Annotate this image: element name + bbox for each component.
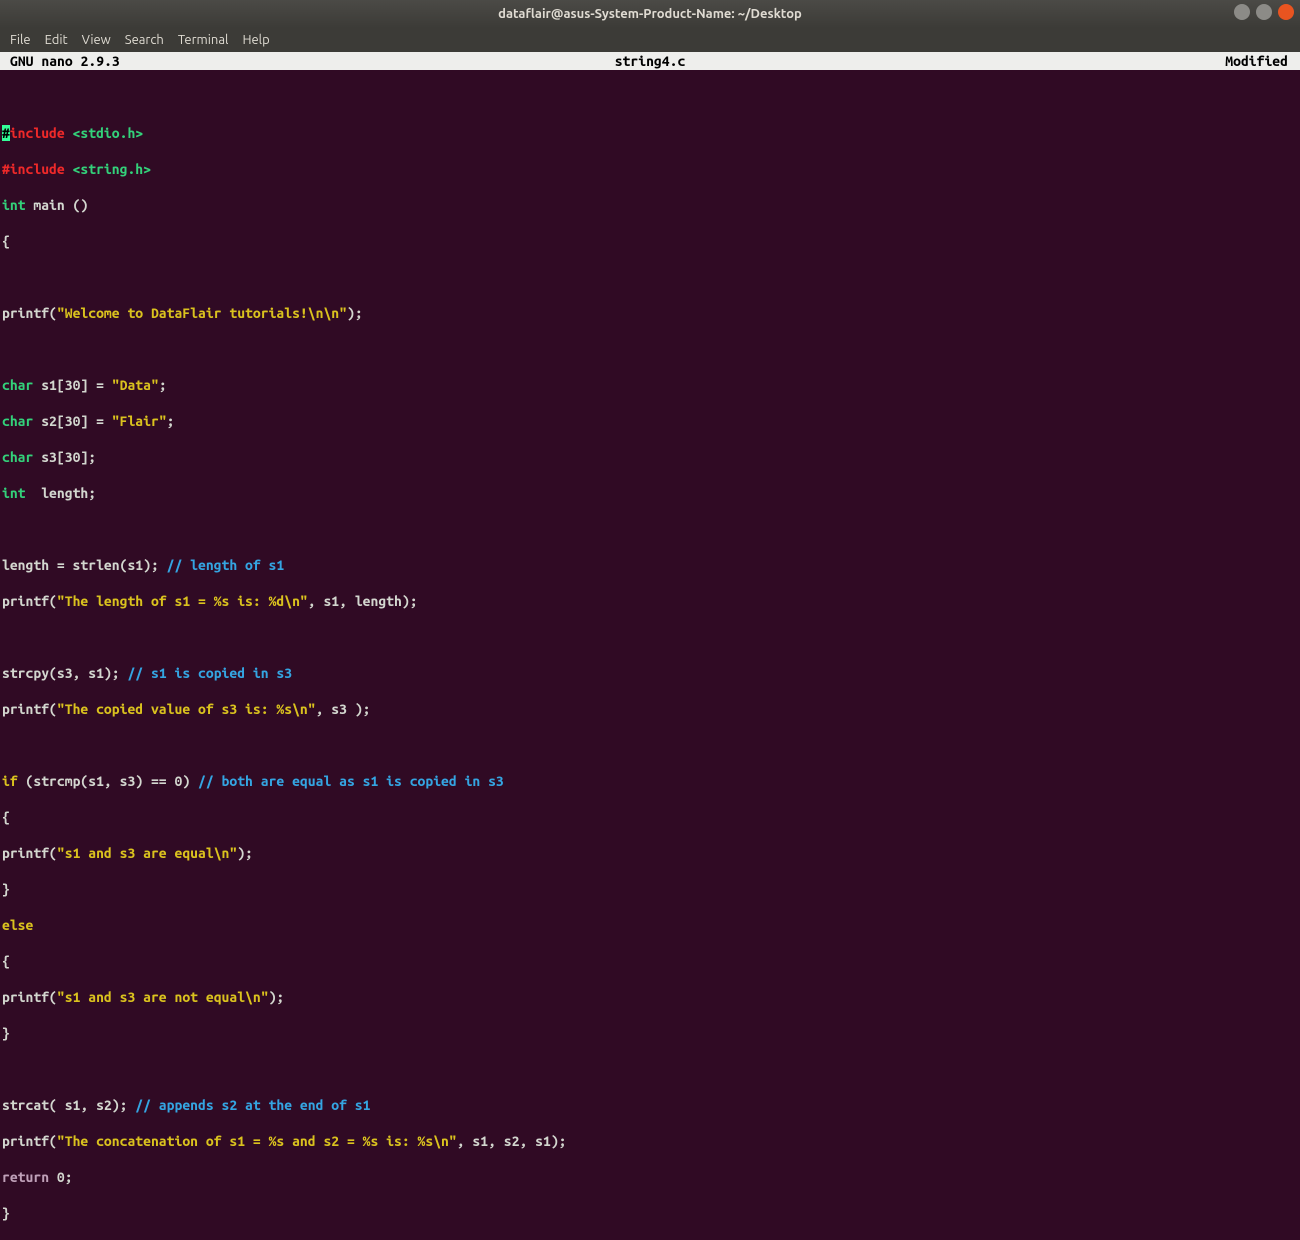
menu-view[interactable]: View bbox=[82, 33, 111, 47]
code-line: printf("s1 and s3 are not equal\n"); bbox=[0, 988, 1300, 1006]
nano-version: GNU nano 2.9.3 bbox=[0, 52, 429, 70]
code-line: } bbox=[0, 1024, 1300, 1042]
editor-area[interactable]: #include <stdio.h> #include <string.h> i… bbox=[0, 70, 1300, 1240]
close-icon[interactable] bbox=[1278, 4, 1294, 20]
code-line: #include <stdio.h> bbox=[0, 124, 1300, 142]
menu-edit[interactable]: Edit bbox=[45, 33, 68, 47]
window-titlebar: dataflair@asus-System-Product-Name: ~/De… bbox=[0, 0, 1300, 28]
code-line: return 0; bbox=[0, 1168, 1300, 1186]
code-line: printf("The concatenation of s1 = %s and… bbox=[0, 1132, 1300, 1150]
code-line: printf("s1 and s3 are equal\n"); bbox=[0, 844, 1300, 862]
window-title: dataflair@asus-System-Product-Name: ~/De… bbox=[498, 7, 802, 21]
code-line: strcat( s1, s2); // appends s2 at the en… bbox=[0, 1096, 1300, 1114]
code-line: printf("The copied value of s3 is: %s\n"… bbox=[0, 700, 1300, 718]
minimize-icon[interactable] bbox=[1234, 4, 1250, 20]
code-line: { bbox=[0, 952, 1300, 970]
code-line: { bbox=[0, 232, 1300, 250]
menu-file[interactable]: File bbox=[10, 33, 31, 47]
menu-help[interactable]: Help bbox=[242, 33, 269, 47]
code-line: #include <string.h> bbox=[0, 160, 1300, 178]
nano-header: GNU nano 2.9.3 string4.c Modified bbox=[0, 52, 1300, 70]
code-line: } bbox=[0, 1204, 1300, 1222]
code-line: strcpy(s3, s1); // s1 is copied in s3 bbox=[0, 664, 1300, 682]
nano-filename: string4.c bbox=[429, 52, 871, 70]
code-line: } bbox=[0, 880, 1300, 898]
window-controls bbox=[1234, 4, 1294, 20]
code-line: else bbox=[0, 916, 1300, 934]
code-line: { bbox=[0, 808, 1300, 826]
code-line: char s1[30] = "Data"; bbox=[0, 376, 1300, 394]
nano-status: Modified bbox=[871, 52, 1300, 70]
code-line: int length; bbox=[0, 484, 1300, 502]
code-line: char s2[30] = "Flair"; bbox=[0, 412, 1300, 430]
menu-terminal[interactable]: Terminal bbox=[178, 33, 229, 47]
code-line: char s3[30]; bbox=[0, 448, 1300, 466]
code-line: if (strcmp(s1, s3) == 0) // both are equ… bbox=[0, 772, 1300, 790]
cursor: # bbox=[2, 125, 10, 141]
code-line: length = strlen(s1); // length of s1 bbox=[0, 556, 1300, 574]
code-line: printf("The length of s1 = %s is: %d\n",… bbox=[0, 592, 1300, 610]
code-line: printf("Welcome to DataFlair tutorials!\… bbox=[0, 304, 1300, 322]
maximize-icon[interactable] bbox=[1256, 4, 1272, 20]
code-line: int main () bbox=[0, 196, 1300, 214]
menubar: File Edit View Search Terminal Help bbox=[0, 28, 1300, 52]
menu-search[interactable]: Search bbox=[125, 33, 164, 47]
